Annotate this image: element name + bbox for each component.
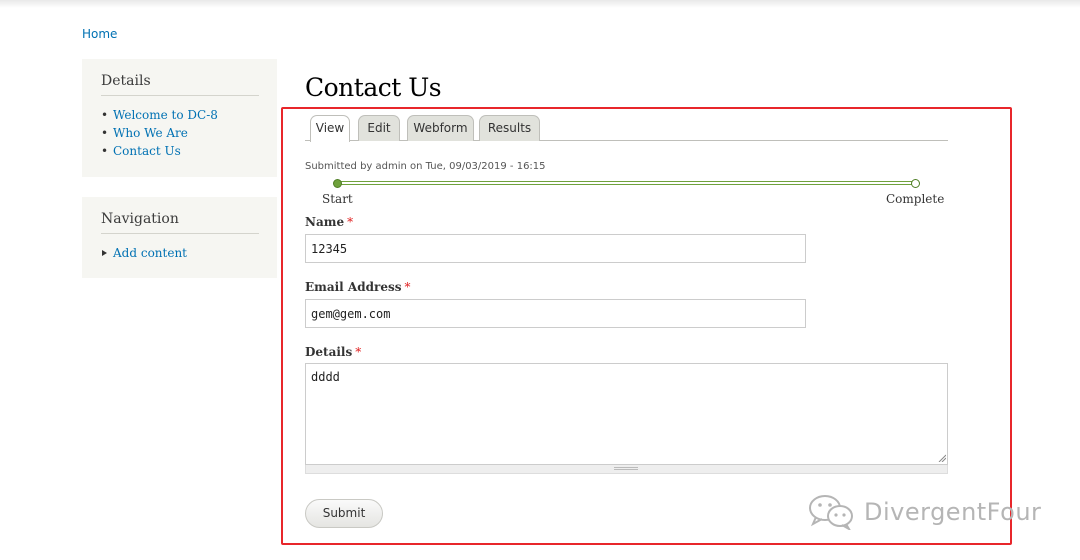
details-label: Details * xyxy=(305,345,361,359)
submitted-info: Submitted by admin on Tue, 09/03/2019 - … xyxy=(305,161,546,172)
tab-bar: View Edit Webform Results xyxy=(305,114,948,142)
progress-start-dot xyxy=(333,179,342,188)
tab-webform[interactable]: Webform xyxy=(407,115,474,141)
email-field[interactable]: gem@gem.com xyxy=(305,299,806,328)
tab-view[interactable]: View xyxy=(310,115,350,142)
details-menu: Welcome to DC-8 Who We Are Contact Us xyxy=(101,106,259,160)
page-title: Contact Us xyxy=(305,73,442,102)
email-label-text: Email Address xyxy=(305,280,402,294)
required-marker: * xyxy=(347,215,354,229)
progress-end-label: Complete xyxy=(886,192,945,206)
details-label-text: Details xyxy=(305,345,353,359)
progress-end-dot xyxy=(911,179,920,188)
menu-link-add-content[interactable]: Add content xyxy=(113,246,187,260)
tab-edit[interactable]: Edit xyxy=(358,115,400,141)
menu-link-contact-us[interactable]: Contact Us xyxy=(113,144,181,158)
resize-handle-icon[interactable] xyxy=(938,454,946,462)
collapsed-triangle-icon[interactable] xyxy=(102,250,107,256)
menu-link-who-we-are[interactable]: Who We Are xyxy=(113,126,188,140)
menu-link-welcome[interactable]: Welcome to DC-8 xyxy=(113,108,218,122)
details-textarea[interactable]: dddd xyxy=(305,363,948,465)
required-marker: * xyxy=(355,345,362,359)
required-marker: * xyxy=(404,280,411,294)
sidebar-details-block: Details Welcome to DC-8 Who We Are Conta… xyxy=(82,59,277,177)
breadcrumb: Home xyxy=(82,27,117,41)
submit-button[interactable]: Submit xyxy=(305,499,383,528)
list-item: Welcome to DC-8 xyxy=(101,106,259,124)
chat-bubbles-icon xyxy=(809,495,853,530)
list-item: Add content xyxy=(101,244,259,262)
watermark: DivergentFour xyxy=(808,492,1041,532)
watermark-text: DivergentFour xyxy=(864,498,1042,526)
name-field[interactable]: 12345 xyxy=(305,234,806,263)
details-block-title: Details xyxy=(101,73,259,96)
tab-results[interactable]: Results xyxy=(479,115,540,141)
navigation-block-title: Navigation xyxy=(101,211,259,234)
top-shadow xyxy=(0,0,1080,8)
grip-icon xyxy=(614,467,638,470)
list-item: Who We Are xyxy=(101,124,259,142)
list-item: Contact Us xyxy=(101,142,259,160)
breadcrumb-home-link[interactable]: Home xyxy=(82,27,117,41)
textarea-grippie[interactable] xyxy=(305,465,948,474)
sidebar-navigation-block: Navigation Add content xyxy=(82,197,277,278)
progress-bar xyxy=(337,181,916,185)
email-label: Email Address * xyxy=(305,280,410,294)
progress-start-label: Start xyxy=(322,192,353,206)
name-label-text: Name xyxy=(305,215,345,229)
navigation-menu: Add content xyxy=(101,244,259,262)
name-label: Name * xyxy=(305,215,353,229)
